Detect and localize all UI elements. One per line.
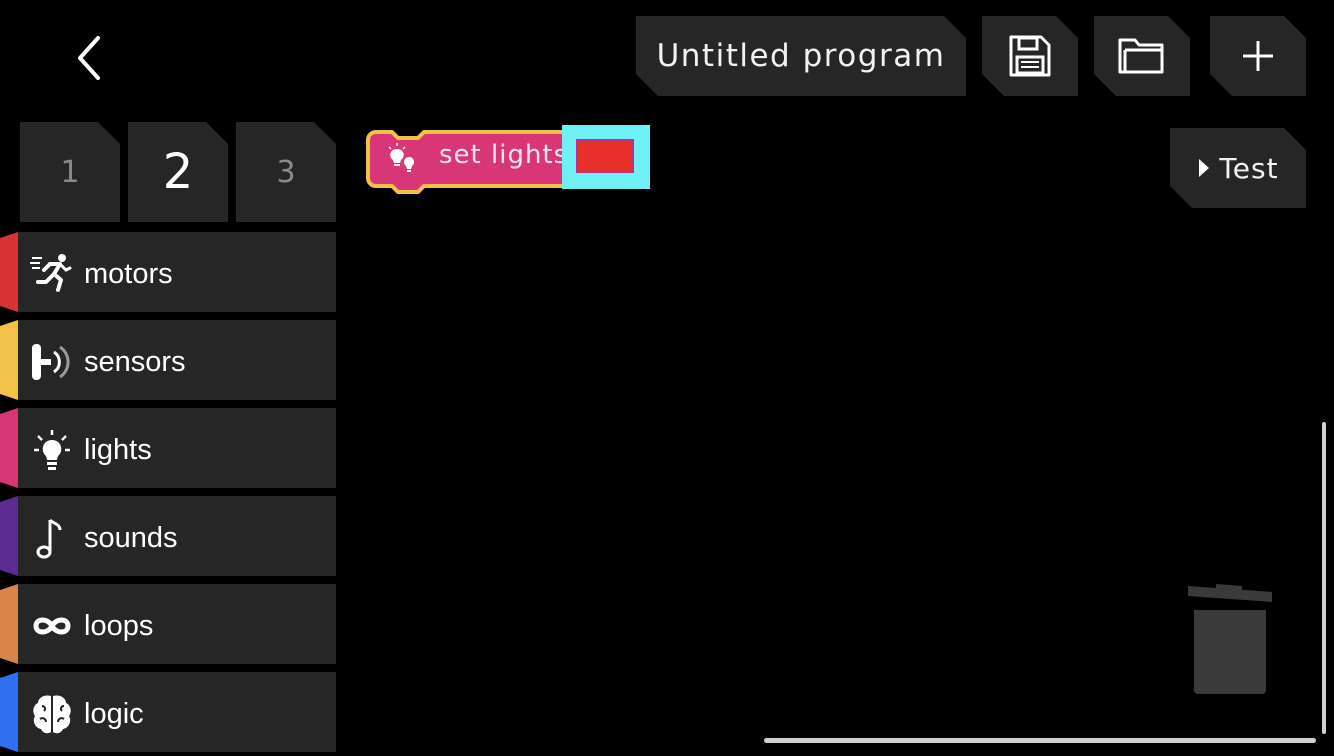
chevron-left-icon — [78, 36, 100, 80]
category-label: sensors — [84, 346, 186, 378]
category-label: loops — [84, 610, 154, 642]
category-color-marker — [0, 408, 18, 488]
category-lights[interactable]: lights — [0, 408, 336, 488]
page-tab-1[interactable]: 1 — [20, 122, 120, 222]
music-note-icon — [36, 518, 62, 559]
horizontal-scrollbar[interactable] — [764, 738, 1316, 743]
lightbulb-icon — [388, 143, 414, 172]
vertical-scrollbar[interactable] — [1322, 422, 1326, 734]
category-color-marker — [0, 672, 18, 752]
set-lights-block[interactable]: set lights — [364, 125, 654, 194]
play-triangle-icon — [1197, 157, 1211, 179]
open-folder-button[interactable] — [1094, 16, 1190, 96]
category-logic[interactable]: logic — [0, 672, 336, 752]
page-tab-label: 3 — [276, 154, 296, 190]
color-swatch[interactable] — [576, 139, 634, 173]
category-label: motors — [84, 258, 173, 290]
back-button[interactable] — [60, 28, 120, 88]
category-loops[interactable]: loops — [0, 584, 336, 664]
category-sounds[interactable]: sounds — [0, 496, 336, 576]
new-program-button[interactable] — [1210, 16, 1306, 96]
program-title-button[interactable]: Untitled program — [636, 16, 966, 96]
category-label: lights — [84, 434, 152, 466]
program-title: Untitled program — [656, 38, 946, 74]
color-field[interactable] — [562, 125, 650, 189]
block-label: set lights — [439, 140, 569, 170]
category-color-marker — [0, 232, 18, 312]
page-tab-2[interactable]: 2 — [128, 122, 228, 222]
sensor-icon — [32, 344, 70, 380]
test-label: Test — [1219, 151, 1279, 185]
infinity-icon — [33, 617, 71, 635]
lightbulb-icon — [34, 430, 70, 470]
page-tab-3[interactable]: 3 — [236, 122, 336, 222]
category-sensors[interactable]: sensors — [0, 320, 336, 400]
page-tab-label: 1 — [60, 154, 80, 190]
running-person-icon — [30, 254, 72, 292]
brain-icon — [33, 695, 71, 734]
trash-can[interactable] — [1184, 578, 1280, 698]
category-label: logic — [84, 698, 144, 730]
category-color-marker — [0, 584, 18, 664]
page-tab-label: 2 — [162, 144, 194, 200]
save-button[interactable] — [982, 16, 1078, 96]
category-label: sounds — [84, 522, 178, 554]
test-button[interactable]: Test — [1170, 128, 1306, 208]
trash-can-icon — [1188, 584, 1272, 694]
plus-icon — [1240, 38, 1276, 74]
category-color-marker — [0, 320, 18, 400]
category-motors[interactable]: motors — [0, 232, 336, 312]
floppy-disk-icon — [1007, 33, 1053, 79]
folder-icon — [1117, 34, 1167, 78]
category-color-marker — [0, 496, 18, 576]
